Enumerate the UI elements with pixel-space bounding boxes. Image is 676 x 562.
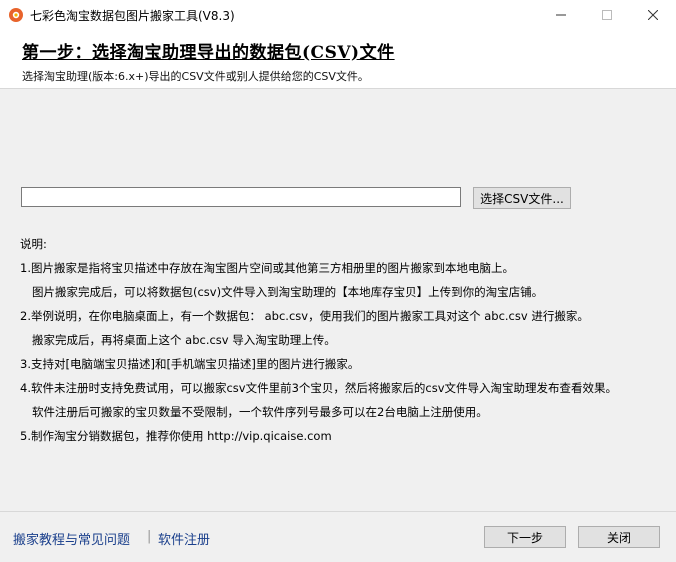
description-line: 5.制作淘宝分销数据包，推荐你使用 http://vip.qicaise.com: [20, 429, 332, 443]
window-title: 七彩色淘宝数据包图片搬家工具(V8.3): [30, 8, 235, 23]
description-line: 图片搬家完成后，可以将数据包(csv)文件导入到淘宝助理的【本地库存宝贝】上传到…: [32, 285, 544, 299]
step-title: 第一步：选择淘宝助理导出的数据包(CSV)文件: [22, 43, 395, 63]
step-subtitle: 选择淘宝助理(版本:6.x+)导出的CSV文件或别人提供给您的CSV文件。: [22, 70, 369, 83]
description-line: 2.举例说明，在你电脑桌面上，有一个数据包： abc.csv，使用我们的图片搬家…: [20, 309, 589, 323]
window-controls: [538, 0, 676, 30]
description-line: 1.图片搬家是指将宝贝描述中存放在淘宝图片空间或其他第三方相册里的图片搬家到本地…: [20, 261, 514, 275]
minimize-icon: [556, 14, 566, 16]
description-line: 软件注册后可搬家的宝贝数量不受限制，一个软件序列号最多可以在2台电脑上注册使用。: [32, 405, 488, 419]
app-logo-icon: [8, 7, 24, 23]
tutorial-link[interactable]: 搬家教程与常见问题: [13, 529, 130, 548]
register-link[interactable]: 软件注册: [158, 529, 210, 548]
maximize-icon: [602, 10, 612, 20]
step-header: 第一步：选择淘宝助理导出的数据包(CSV)文件 选择淘宝助理(版本:6.x+)导…: [0, 30, 676, 89]
close-button[interactable]: 关闭: [578, 526, 660, 548]
select-csv-button[interactable]: 选择CSV文件...: [473, 187, 571, 209]
description-line: 搬家完成后，再将桌面上这个 abc.csv 导入淘宝助理上传。: [32, 333, 336, 347]
footer-divider: [0, 511, 676, 512]
maximize-button[interactable]: [584, 0, 630, 30]
description-line: 3.支持对[电脑端宝贝描述]和[手机端宝贝描述]里的图片进行搬家。: [20, 357, 360, 371]
next-button[interactable]: 下一步: [484, 526, 566, 548]
title-bar: 七彩色淘宝数据包图片搬家工具(V8.3): [0, 0, 676, 30]
close-icon: [648, 10, 658, 20]
description-line: 4.软件未注册时支持免费试用，可以搬家csv文件里前3个宝贝，然后将搬家后的cs…: [20, 381, 618, 395]
link-separator: |: [147, 529, 152, 544]
close-window-button[interactable]: [630, 0, 676, 30]
description-heading: 说明:: [20, 237, 47, 251]
csv-path-input[interactable]: [21, 187, 461, 207]
minimize-button[interactable]: [538, 0, 584, 30]
description-panel: 说明: 1.图片搬家是指将宝贝描述中存放在淘宝图片空间或其他第三方相册里的图片搬…: [20, 232, 670, 448]
